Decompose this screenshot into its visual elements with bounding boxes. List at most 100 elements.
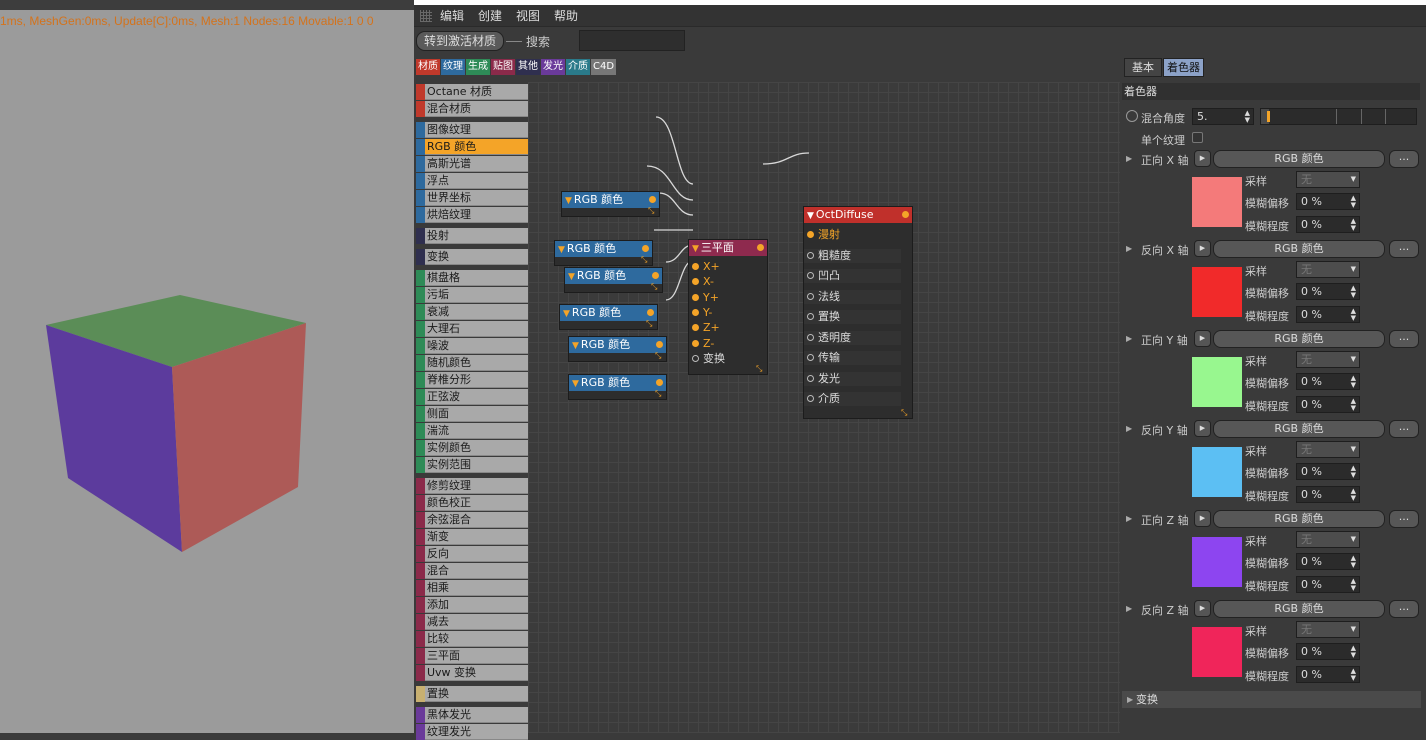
input-port[interactable] [692,309,699,316]
blur-offset-field[interactable]: 0 % ▲ ▼ [1296,193,1360,210]
tab-basic[interactable]: 基本 [1124,58,1162,77]
node-list-item[interactable]: 混合 [416,563,528,579]
output-port[interactable] [652,272,659,279]
spinner-icon[interactable]: ▲ ▼ [1351,488,1356,502]
blur-amount-field[interactable]: 0 % ▲ ▼ [1296,306,1360,323]
node-list-item[interactable]: 高斯光谱 [416,156,528,172]
blur-amount-field[interactable]: 0 % ▲ ▼ [1296,396,1360,413]
blur-offset-field[interactable]: 0 % ▲ ▼ [1296,373,1360,390]
node-list-item[interactable]: 实例范围 [416,457,528,473]
node-list-item[interactable]: 减去 [416,614,528,630]
spinner-icon[interactable]: ▲ ▼ [1351,375,1356,389]
search-input[interactable] [579,30,685,51]
spinner-icon[interactable]: ▲ ▼ [1351,398,1356,412]
input-port[interactable] [807,272,814,279]
spinner-icon[interactable]: ▲ ▼ [1351,465,1356,479]
input-port[interactable] [807,231,814,238]
node-list-item[interactable]: 大理石 [416,321,528,337]
node-list-item[interactable]: 世界坐标 [416,190,528,206]
blur-offset-field[interactable]: 0 % ▲ ▼ [1296,553,1360,570]
sample-select[interactable]: 无 ▼ [1296,621,1360,638]
collapse-triangle-icon[interactable]: ▼ [568,272,575,282]
category-tab[interactable]: 贴图 [491,59,515,75]
port-y-minus[interactable]: Y- [689,306,712,320]
category-tab[interactable]: 发光 [541,59,565,75]
spinner-icon[interactable]: ▲ ▼ [1351,218,1356,232]
input-port[interactable] [692,294,699,301]
more-options-button[interactable]: ... [1389,150,1419,168]
expand-arrow-icon[interactable]: ▶ [1126,424,1132,433]
node-list-item[interactable]: 噪波 [416,338,528,354]
play-icon[interactable]: ▶ [1194,420,1211,437]
resize-icon[interactable]: ⤡ [648,207,656,215]
menu-help[interactable]: 帮助 [554,7,578,24]
play-icon[interactable]: ▶ [1194,510,1211,527]
rgb-shader-button[interactable]: RGB 颜色 [1213,150,1385,168]
blend-angle-field[interactable]: 5. ▲ ▼ [1192,108,1254,125]
node-list-item[interactable]: 变换 [416,249,528,265]
transform-section[interactable]: ▶ 变换 [1122,691,1421,708]
diffuse-port[interactable]: 置换 [804,310,901,324]
node-list-item[interactable]: 余弦混合 [416,512,528,528]
collapse-triangle-icon[interactable]: ▼ [563,309,570,319]
sample-select[interactable]: 无 ▼ [1296,531,1360,548]
diffuse-port[interactable]: 漫射 [804,228,901,242]
menu-edit[interactable]: 编辑 [440,7,464,24]
blur-amount-field[interactable]: 0 % ▲ ▼ [1296,666,1360,683]
rgb-shader-button[interactable]: RGB 颜色 [1213,330,1385,348]
collapse-triangle-icon[interactable]: ▼ [565,196,572,206]
slider-knob[interactable] [1266,111,1270,122]
3d-viewport[interactable]: 1ms, MeshGen:0ms, Update[C]:0ms, Mesh:1 … [0,0,414,733]
input-port[interactable] [692,278,699,285]
node-list-item[interactable]: 颜色校正 [416,495,528,511]
rgb-shader-button[interactable]: RGB 颜色 [1213,240,1385,258]
blur-amount-field[interactable]: 0 % ▲ ▼ [1296,216,1360,233]
rgb-shader-button[interactable]: RGB 颜色 [1213,600,1385,618]
collapse-triangle-icon[interactable]: ▼ [692,244,699,254]
node-list-item[interactable]: 实例颜色 [416,440,528,456]
more-options-button[interactable]: ... [1389,600,1419,618]
node-list-item[interactable]: 置换 [416,686,528,702]
spinner-icon[interactable]: ▲ ▼ [1351,308,1356,322]
expand-arrow-icon[interactable]: ▶ [1126,244,1132,253]
input-port[interactable] [807,292,814,300]
input-port[interactable] [692,324,699,331]
play-icon[interactable]: ▶ [1194,240,1211,257]
port-z-minus[interactable]: Z- [689,337,714,351]
expand-arrow-icon[interactable]: ▶ [1126,514,1132,523]
triplanar-node[interactable]: ▼ 三平面 X+ X- Y+ Y- Z+ Z- 变换 ⤡ [688,239,768,375]
input-port[interactable] [807,251,814,259]
sample-select[interactable]: 无 ▼ [1296,351,1360,368]
play-icon[interactable]: ▶ [1194,330,1211,347]
diffuse-port[interactable]: 发光 [804,371,901,386]
node-list-item[interactable]: 纹理发光 [416,724,528,740]
diffuse-port[interactable]: 传输 [804,351,901,365]
node-list-item[interactable]: 衰减 [416,304,528,320]
diffuse-port[interactable]: 粗糙度 [804,248,901,263]
rgb-shader-button[interactable]: RGB 颜色 [1213,420,1385,438]
collapse-triangle-icon[interactable]: ▼ [807,211,814,221]
port-x-plus[interactable]: X+ [689,260,720,274]
node-list-item[interactable]: 相乘 [416,580,528,596]
animate-radio-icon[interactable] [1126,110,1138,122]
more-options-button[interactable]: ... [1389,510,1419,528]
node-list-item[interactable]: 正弦波 [416,389,528,405]
sample-select[interactable]: 无 ▼ [1296,261,1360,278]
resize-icon[interactable]: ⤡ [651,283,659,291]
node-list-item[interactable]: 修剪纹理 [416,478,528,494]
output-port[interactable] [656,341,663,348]
resize-icon[interactable]: ⤡ [756,365,764,373]
blur-amount-field[interactable]: 0 % ▲ ▼ [1296,486,1360,503]
port-x-minus[interactable]: X- [689,275,714,289]
port-y-plus[interactable]: Y+ [689,291,719,305]
node-list-item[interactable]: 棋盘格 [416,270,528,286]
spinner-icon[interactable]: ▲ ▼ [1351,285,1356,299]
spinner-icon[interactable]: ▲ ▼ [1351,645,1356,659]
spinner-icon[interactable]: ▲ ▼ [1351,668,1356,682]
expand-arrow-icon[interactable]: ▶ [1126,604,1132,613]
rgb-color-node-5[interactable]: ▼ RGB 颜色 ⤡ [568,336,667,362]
input-port[interactable] [692,263,699,270]
output-port[interactable] [647,309,654,316]
rgb-color-node-3[interactable]: ▼ RGB 颜色 ⤡ [564,267,663,293]
node-list-item[interactable]: 反向 [416,546,528,562]
